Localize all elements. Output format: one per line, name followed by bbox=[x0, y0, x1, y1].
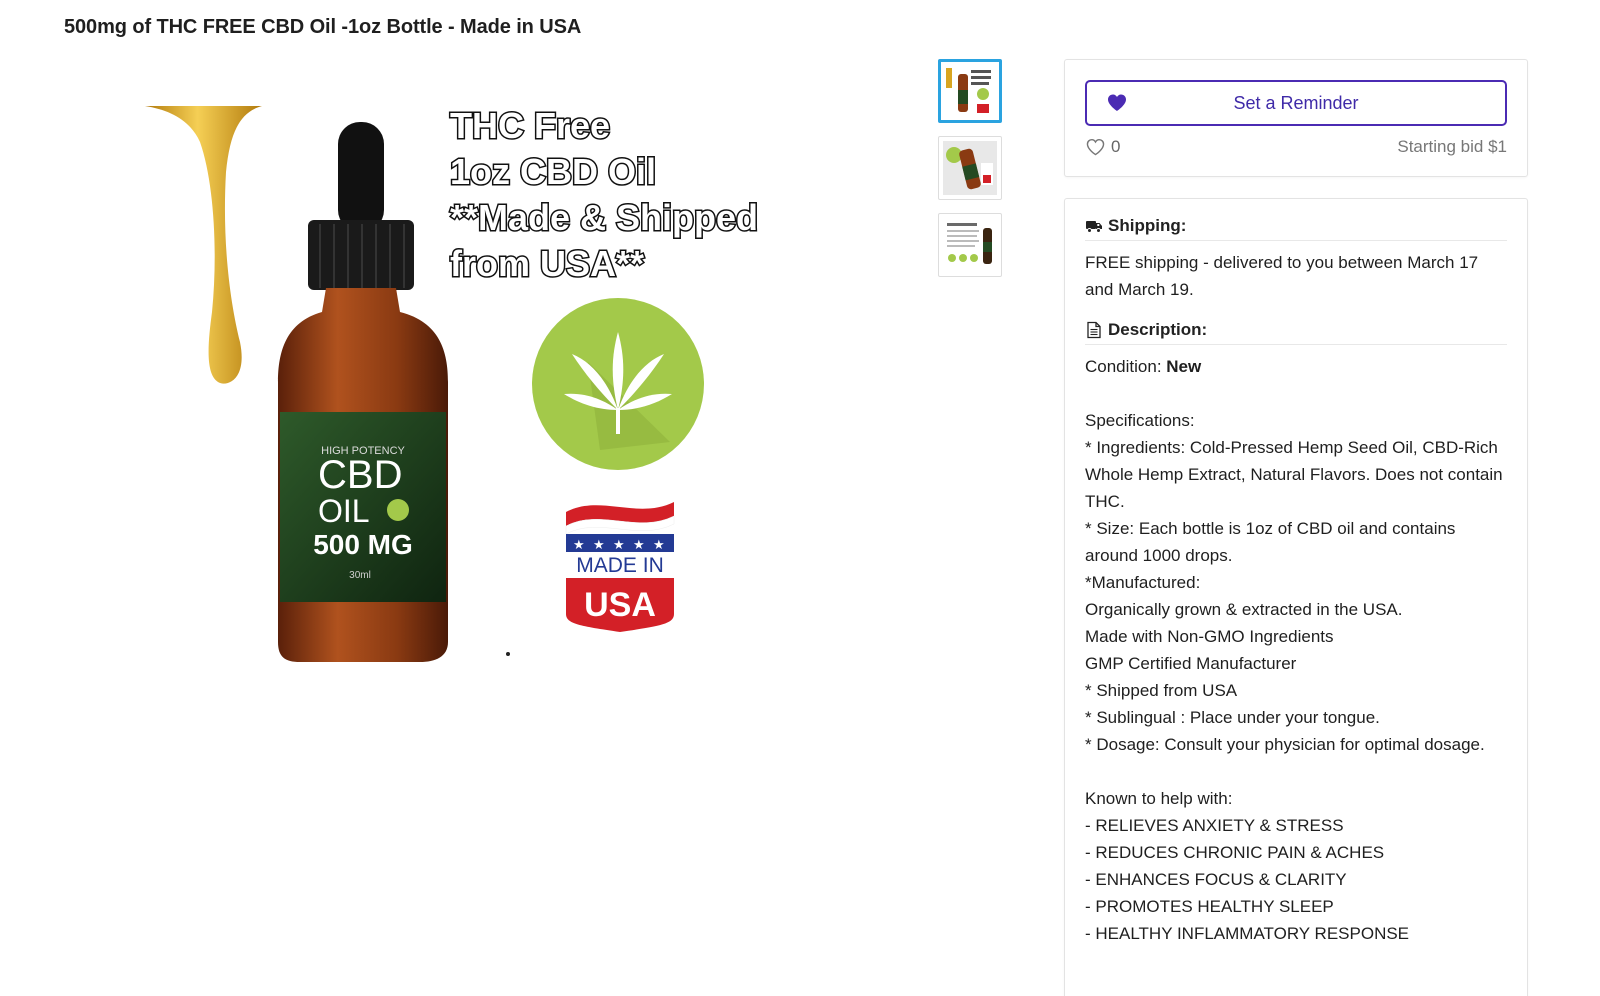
thumbnail-3[interactable] bbox=[938, 213, 1002, 277]
svg-text:★: ★ bbox=[573, 538, 585, 553]
set-reminder-button[interactable]: Set a Reminder bbox=[1085, 80, 1507, 126]
thumbnail-1[interactable] bbox=[938, 59, 1002, 123]
label-mg-text: 500 MG bbox=[313, 529, 413, 560]
headline-line-2: 1oz CBD Oil bbox=[450, 151, 656, 192]
label-ml-text: 30ml bbox=[349, 570, 371, 581]
label-oil-text: OIL bbox=[318, 493, 370, 529]
description-line: - REDUCES CHRONIC PAIN & ACHES bbox=[1085, 843, 1385, 862]
description-line: - HEALTHY INFLAMMATORY RESPONSE bbox=[1085, 924, 1410, 943]
condition-label: Condition: bbox=[1085, 357, 1167, 376]
description-line: - RELIEVES ANXIETY & STRESS bbox=[1085, 816, 1344, 835]
document-icon bbox=[1087, 321, 1101, 338]
shipping-heading: Shipping: bbox=[1085, 211, 1507, 241]
condition-value: New bbox=[1166, 357, 1202, 376]
description-line: - ENHANCES FOCUS & CLARITY bbox=[1085, 870, 1347, 889]
description-line: * Ingredients: Cold-Pressed Hemp Seed Oi… bbox=[1085, 438, 1508, 511]
headline-line-4: from USA** bbox=[450, 243, 644, 284]
made-in-text: MADE IN bbox=[576, 554, 664, 577]
description-line: * Dosage: Consult your physician for opt… bbox=[1085, 735, 1485, 754]
headline-line-1: THC Free bbox=[450, 105, 610, 146]
starting-bid-text: Starting bid $1 bbox=[1397, 137, 1507, 156]
truck-icon bbox=[1086, 220, 1102, 233]
description-heading-label: Description: bbox=[1108, 319, 1208, 339]
page-title: 500mg of THC FREE CBD Oil -1oz Bottle - … bbox=[64, 16, 582, 38]
bottle-graphic: HIGH POTENCY CBD OIL 500 MG 30ml bbox=[278, 122, 448, 662]
description-line: * Size: Each bottle is 1oz of CBD oil an… bbox=[1085, 519, 1461, 565]
usa-text: USA bbox=[584, 586, 656, 624]
headline-line-3: **Made & Shipped bbox=[450, 197, 758, 238]
thumbnail-strip bbox=[938, 59, 1002, 290]
svg-text:★: ★ bbox=[593, 538, 605, 553]
headline-text-group: THC Free 1oz CBD Oil **Made & Shipped fr… bbox=[449, 104, 760, 286]
description-line: *Manufactured: bbox=[1085, 573, 1201, 592]
label-cbd-text: CBD bbox=[318, 453, 402, 497]
description-line: Organically grown & extracted in the USA… bbox=[1085, 600, 1403, 619]
description-line: Known to help with: bbox=[1085, 789, 1233, 808]
description-line: * Shipped from USA bbox=[1085, 681, 1238, 700]
condition-line: Condition: New bbox=[1085, 353, 1509, 380]
svg-text:★: ★ bbox=[653, 538, 665, 553]
oil-drip-graphic bbox=[145, 106, 262, 384]
set-reminder-label: Set a Reminder bbox=[1233, 92, 1359, 113]
description-line: GMP Certified Manufacturer bbox=[1085, 654, 1297, 673]
likes-count: 0 bbox=[1111, 137, 1121, 156]
description-line: Specifications: bbox=[1085, 411, 1195, 430]
svg-text:★: ★ bbox=[633, 538, 645, 553]
bid-card: Set a Reminder 0 Starting bid $1 bbox=[1064, 59, 1528, 177]
outline-heart-icon bbox=[1086, 138, 1105, 156]
cannabis-leaf-badge bbox=[532, 298, 704, 470]
shipping-text: FREE shipping - delivered to you between… bbox=[1085, 253, 1479, 299]
description-line: Made with Non-GMO Ingredients bbox=[1085, 627, 1334, 646]
made-in-usa-badge: ★ ★ ★ ★ ★ MADE IN USA bbox=[565, 502, 675, 632]
description-line bbox=[1085, 380, 1509, 407]
heart-icon bbox=[1108, 94, 1126, 111]
description-body: Condition: New Specifications: * Ingredi… bbox=[1085, 353, 1509, 947]
description-line bbox=[1085, 758, 1509, 785]
thumbnail-2[interactable] bbox=[938, 136, 1002, 200]
description-line: - PROMOTES HEALTHY SLEEP bbox=[1085, 897, 1334, 916]
like-counter[interactable]: 0 bbox=[1086, 137, 1120, 157]
product-main-image[interactable]: HIGH POTENCY CBD OIL 500 MG 30ml THC Fre… bbox=[130, 92, 790, 692]
shipping-heading-label: Shipping: bbox=[1108, 215, 1187, 235]
description-line: * Sublingual : Place under your tongue. bbox=[1085, 708, 1380, 727]
svg-text:★: ★ bbox=[613, 538, 625, 553]
item-info-card: Shipping: FREE shipping - delivered to y… bbox=[1064, 198, 1528, 996]
description-heading: Description: bbox=[1085, 315, 1507, 345]
